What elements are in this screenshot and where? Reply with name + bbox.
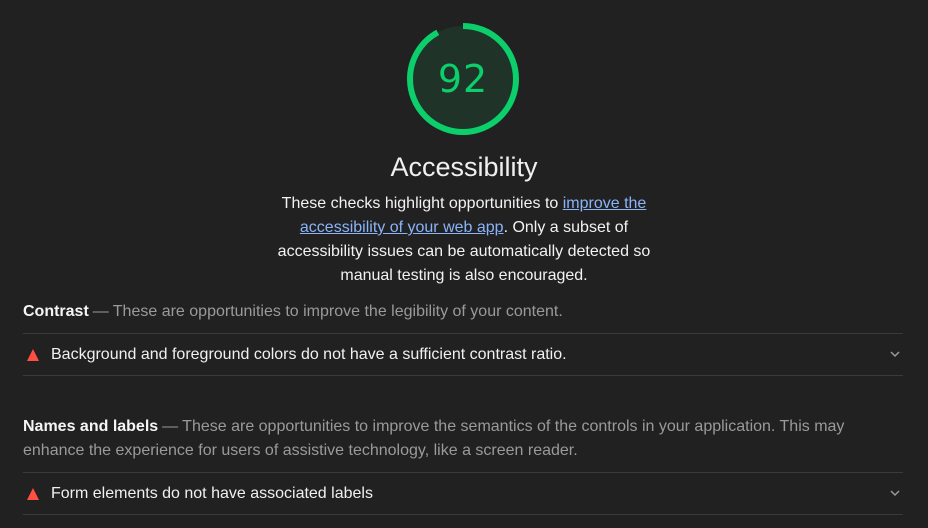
group-names-and-labels: Names and labels — These are opportunities… [23,415,903,515]
audit-title: Background and foreground colors do not … [51,345,567,363]
group-separator: — [92,303,109,320]
group-contrast: Contrast — These are opportunities to impr… [23,300,903,376]
lighthouse-report: 92 Accessibility These checks highlight … [0,0,928,528]
score-value: 92 [437,57,489,101]
chevron-down-icon[interactable] [889,487,901,499]
group-separator: — [162,418,179,435]
group-title: Contrast [23,303,89,320]
warning-triangle-icon [27,487,39,500]
warning-triangle-icon [27,348,39,361]
audit-title: Form elements do not have associated lab… [51,484,373,502]
audit-color-contrast[interactable]: Background and foreground colors do not … [23,333,903,376]
category-title: Accessibility [390,152,538,182]
category-description: These checks highlight opportunities to … [264,192,664,288]
group-title: Names and labels [23,418,159,435]
group-header: Names and labels — These are opportunities… [23,415,903,463]
score-gauge: 92 [404,20,522,138]
group-header: Contrast — These are opportunities to impr… [23,300,903,324]
chevron-down-icon[interactable] [889,348,901,360]
group-description: These are opportunities to improve the l… [112,303,563,320]
description-text-before: These checks highlight opportunities to [281,195,563,212]
audit-form-labels[interactable]: Form elements do not have associated lab… [23,472,903,515]
